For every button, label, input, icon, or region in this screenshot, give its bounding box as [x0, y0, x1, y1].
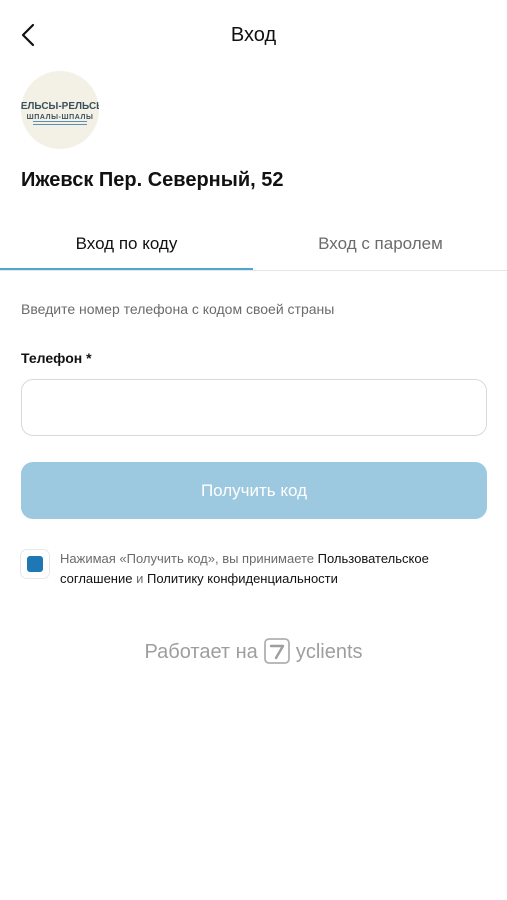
logo-text-top: РЕЛЬСЫ-РЕЛЬСЫ — [21, 101, 99, 112]
company-logo: РЕЛЬСЫ-РЕЛЬСЫ ШПАЛЫ-ШПАЛЫ — [21, 71, 99, 149]
phone-label: Телефон * — [21, 350, 92, 366]
phone-hint: Введите номер телефона с кодом своей стр… — [21, 301, 335, 317]
tab-login-by-code[interactable]: Вход по коду — [0, 222, 253, 268]
consent-prefix: Нажимая «Получить код», вы принимаете — [60, 551, 318, 566]
powered-by-brand: yclients — [295, 640, 363, 663]
powered-by: Работает на yclients — [0, 638, 507, 667]
yclients-logo-icon — [263, 638, 290, 664]
checkbox-mark — [27, 556, 43, 572]
header: Вход — [0, 0, 507, 70]
consent-middle: и — [132, 571, 147, 586]
tab-login-with-password[interactable]: Вход с паролем — [254, 222, 507, 268]
logo-text-bottom: ШПАЛЫ-ШПАЛЫ — [27, 114, 94, 121]
branch-name: Ижевск Пер. Северный, 52 — [21, 169, 284, 191]
get-code-button[interactable]: Получить код — [21, 462, 487, 519]
privacy-link[interactable]: Политику конфиденциальности — [147, 571, 338, 586]
powered-by-label: Работает на — [144, 640, 258, 663]
consent-checkbox[interactable] — [21, 550, 49, 578]
consent-text: Нажимая «Получить код», вы принимаете По… — [60, 549, 490, 589]
page-title: Вход — [230, 24, 277, 46]
phone-input[interactable] — [21, 379, 487, 436]
login-tabs: Вход по коду Вход с паролем — [0, 222, 507, 271]
active-tab-indicator — [0, 268, 253, 270]
